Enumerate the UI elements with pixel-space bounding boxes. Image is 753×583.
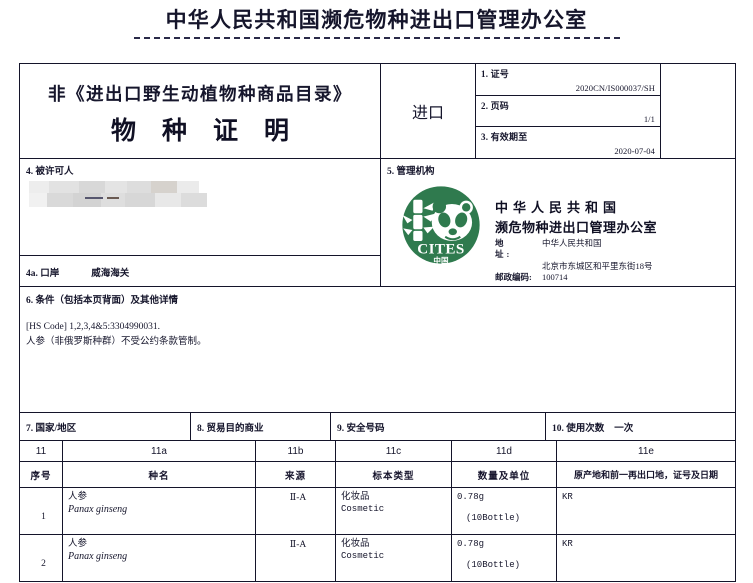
origin-value: KR	[562, 492, 573, 502]
certificate-subtitle: 非《进出口野生动植物种商品目录》	[48, 84, 352, 104]
postcode-label: 邮政编码:	[495, 272, 532, 283]
col-code-source: 11b	[255, 441, 335, 461]
species-name-latin: Panax ginseng	[68, 503, 128, 515]
port-value: 威海海关	[91, 269, 130, 280]
field-value: 1/1	[643, 114, 655, 125]
type-cn: 化妆品	[341, 492, 370, 502]
row-source: Ⅱ-A	[255, 488, 335, 534]
row-species: 人参 Panax ginseng	[62, 488, 255, 534]
authority-text: 中华人民共和国 濒危物种进出口管理办公室 地 址: 中华人民共和国 北京市东城区…	[495, 181, 657, 284]
licensee-section: 4. 被许可人 4a. 口岸 威海海关	[20, 159, 380, 286]
type-en: Cosmetic	[341, 550, 385, 561]
certificate-page: 中华人民共和国濒危物种进出口管理办公室 非《进出口野生动植物种商品目录》 物种证…	[0, 0, 753, 583]
port-cell: 4a. 口岸 威海海关	[20, 256, 380, 286]
authority-address: 地 址: 中华人民共和国 北京市东城区和平里东街18号 邮政编码: 100714	[495, 238, 657, 284]
masthead-divider	[133, 37, 620, 40]
quantity-value: 0.78g	[457, 539, 485, 549]
species-name-cn: 人参	[68, 539, 88, 549]
quantity-sub: (10Bottle)	[466, 513, 521, 523]
conditions-line1: [HS Code] 1,2,3,4&5:3304990031.	[26, 322, 161, 332]
field-label: 1. 证号	[481, 69, 510, 79]
trade-direction: 进口	[380, 64, 475, 158]
origin-value: KR	[562, 539, 573, 549]
row-origin: KR	[556, 535, 735, 581]
field-page-number: 2. 页码 1/1	[476, 96, 660, 128]
authority-name-line1: 中华人民共和国	[495, 200, 622, 215]
row-quantity: 0.78g (10Bottle)	[451, 488, 556, 534]
species-name-cn: 人参	[68, 492, 88, 502]
row-origin: KR	[556, 488, 735, 534]
cites-panda-logo-icon: CITES 中国	[402, 186, 480, 265]
col-code-type: 11c	[335, 441, 451, 461]
field-usage-count-label: 10. 使用次数	[552, 424, 605, 434]
row-species: 人参 Panax ginseng	[62, 535, 255, 581]
authority-label: 5. 管理机构	[387, 167, 435, 177]
licensee-redacted-block	[29, 181, 207, 208]
row-type: 化妆品 Cosmetic	[335, 535, 451, 581]
col-code-no: 11	[35, 445, 47, 457]
field-label: 3. 有效期至	[481, 132, 528, 143]
species-code-header-row: 11 11a 11b 11c 11d 11e	[20, 441, 735, 462]
table-row: 2 人参 Panax ginseng Ⅱ-A 化妆品 Cosmetic 0.78…	[20, 535, 735, 582]
field-value: 2020-07-04	[614, 146, 655, 157]
col-code-origin: 11e	[556, 441, 735, 461]
field-certificate-number: 1. 证号 2020CN/IS000037/SH	[476, 64, 660, 96]
authority-section: 5. 管理机构 CITES 中国 中华人民共和国 濒危物种进出口管理办公室 地 …	[380, 159, 735, 286]
col-code-qty: 11d	[451, 441, 556, 461]
form-header-band: 非《进出口野生动植物种商品目录》 物种证明 进口 1. 证号 2020CN/IS…	[20, 64, 735, 159]
masthead-title: 中华人民共和国濒危物种进出口管理办公室	[165, 8, 588, 32]
col-header-qty: 数量及单位	[451, 462, 556, 487]
certificate-title: 物种证明	[110, 118, 315, 145]
field-usage-count: 10. 使用次数 一次	[545, 413, 735, 440]
field-value: 2020CN/IS000037/SH	[575, 82, 655, 93]
quantity-sub: (10Bottle)	[466, 560, 521, 570]
table-row: 1 人参 Panax ginseng Ⅱ-A 化妆品 Cosmetic 0.78…	[20, 488, 735, 535]
licensee-authority-band: 4. 被许可人 4a. 口岸 威海海关 5. 管理机构 CITES 中国 中华人…	[20, 159, 735, 287]
type-en: Cosmetic	[341, 503, 385, 514]
address-label: 地 址:	[495, 238, 530, 260]
col-header-type: 标本类型	[335, 462, 451, 487]
address-line2: 北京市东城区和平里东街18号	[542, 260, 653, 271]
conditions-line2: 人参（非俄罗斯种群）不受公约条款管制。	[26, 336, 207, 347]
row-source: Ⅱ-A	[255, 535, 335, 581]
licensee-cell: 4. 被许可人	[20, 159, 380, 257]
certificate-form: 非《进出口野生动植物种商品目录》 物种证明 进口 1. 证号 2020CN/IS…	[19, 63, 736, 582]
type-cn: 化妆品	[341, 539, 370, 549]
postcode-value: 100714	[542, 272, 568, 283]
fields-7-10-band: 7. 国家/地区 8. 贸易目的商业 9. 安全号码 10. 使用次数 一次	[20, 413, 735, 441]
field-country-region: 7. 国家/地区	[26, 424, 77, 434]
col-header-name: 种名	[62, 462, 255, 487]
header-blank-cell	[660, 64, 735, 158]
port-label: 4a. 口岸	[26, 269, 60, 280]
licensee-label: 4. 被许可人	[26, 167, 74, 177]
row-no: 1	[41, 512, 46, 522]
row-no: 2	[41, 559, 46, 569]
header-fields: 1. 证号 2020CN/IS000037/SH 2. 页码 1/1 3. 有效…	[475, 64, 660, 158]
col-header-no: 序号	[30, 471, 52, 482]
row-quantity: 0.78g (10Bottle)	[451, 535, 556, 581]
masthead: 中华人民共和国濒危物种进出口管理办公室	[0, 0, 753, 40]
cites-logo-wrap: CITES 中国	[387, 181, 495, 267]
field-usage-count-value: 一次	[614, 424, 634, 434]
field-trade-purpose: 8. 贸易目的商业	[190, 413, 330, 440]
row-type: 化妆品 Cosmetic	[335, 488, 451, 534]
authority-name-line2: 濒危物种进出口管理办公室	[495, 220, 658, 235]
col-header-source: 来源	[255, 462, 335, 487]
certificate-title-block: 非《进出口野生动植物种商品目录》 物种证明	[20, 64, 380, 158]
conditions-label: 6. 条件（包括本页背面）及其他详情	[26, 296, 179, 306]
species-header-row: 序号 种名 来源 标本类型 数量及单位 原产地和前一再出口地，证号及日期	[20, 462, 735, 488]
quantity-value: 0.78g	[457, 492, 485, 502]
col-code-name: 11a	[62, 441, 255, 461]
species-name-latin: Panax ginseng	[68, 550, 128, 562]
field-valid-until: 3. 有效期至 2020-07-04	[476, 127, 660, 158]
svg-text:中国: 中国	[433, 255, 449, 265]
address-line1: 中华人民共和国	[542, 238, 602, 248]
field-label: 2. 页码	[481, 100, 510, 111]
conditions-band: 6. 条件（包括本页背面）及其他详情 [HS Code] 1,2,3,4&5:3…	[20, 287, 735, 413]
col-header-origin: 原产地和前一再出口地，证号及日期	[556, 462, 735, 487]
field-security-number: 9. 安全号码	[330, 413, 545, 440]
